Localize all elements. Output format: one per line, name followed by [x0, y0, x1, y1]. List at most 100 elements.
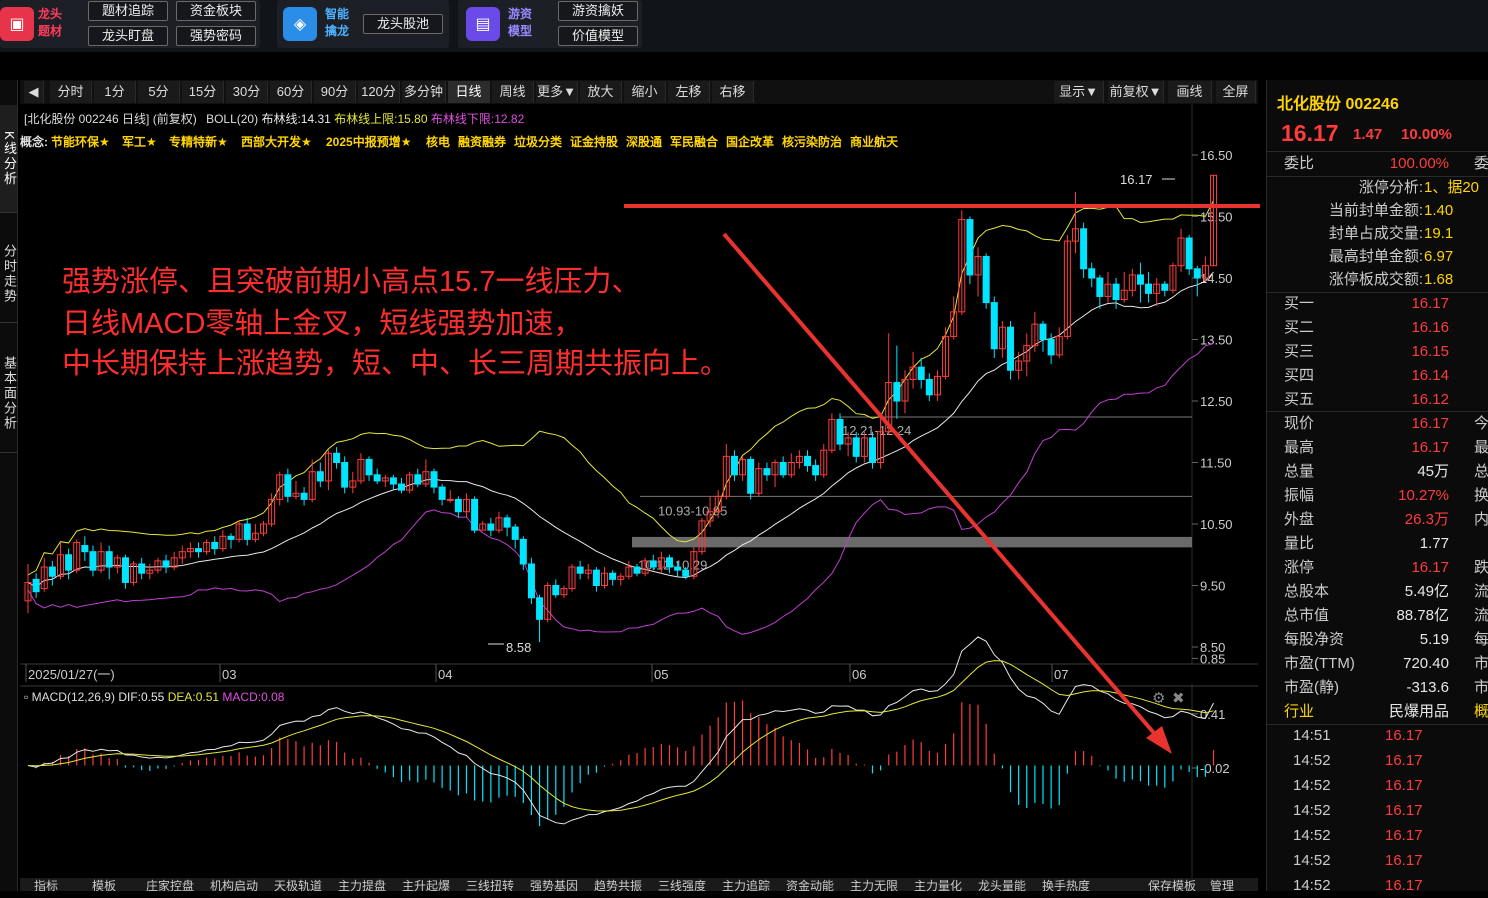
kline-chart[interactable]: 16.5015.5014.5013.5012.5011.5010.509.508… [20, 104, 1260, 878]
dragon-pool-button[interactable]: 龙头股池 [363, 14, 443, 34]
period-30min[interactable]: 30分 [226, 81, 268, 103]
bid-row[interactable]: 买五 16.12 [1267, 388, 1488, 412]
indicator-tab[interactable]: 主力追踪 [722, 878, 770, 891]
close-icon[interactable]: ✖ [1172, 689, 1185, 707]
concept-tag[interactable]: 节能环保★ [51, 133, 110, 150]
intraday-trend-tab[interactable]: 分时走势 [0, 225, 17, 323]
indicator-tab[interactable]: 天极轨道 [274, 878, 322, 891]
indicator-tab[interactable]: 三线强度 [658, 878, 706, 891]
period-1min[interactable]: 1分 [94, 81, 136, 103]
indicator-tab[interactable]: 主升起爆 [402, 878, 450, 891]
candle-body [519, 538, 527, 565]
concept-tag[interactable]: 国企改革 [726, 133, 774, 150]
pan-left-button[interactable]: 左移 [668, 81, 710, 103]
period-5min[interactable]: 5分 [138, 81, 180, 103]
price-tick-label: 12.50 [1200, 394, 1233, 409]
indicator-tab[interactable]: 庄家控盘 [146, 878, 194, 891]
adjust-dropdown[interactable]: 前复权▼ [1108, 81, 1164, 103]
macd-tick-label: 0.41 [1200, 707, 1225, 722]
concept-tag[interactable]: 西部大开发★ [241, 133, 312, 150]
indicator-tab[interactable]: 龙头量能 [978, 878, 1026, 891]
left-nav-rail: K线分析 分时走势 基本面分析 [0, 80, 18, 891]
gear-icon[interactable]: ⚙ [1152, 689, 1165, 707]
period-90min[interactable]: 90分 [314, 81, 356, 103]
candle-body [333, 452, 341, 463]
candle-body [747, 458, 755, 494]
concept-tag[interactable]: 核电 [426, 133, 450, 150]
period-weekly[interactable]: 周线 [492, 81, 534, 103]
candle-body [65, 554, 73, 571]
indicator-tab[interactable]: 管理 [1210, 878, 1234, 891]
date-axis: 2025/01/27(一) 03 04 05 06 07 [25, 664, 1068, 682]
hot-money-monster-button[interactable]: 游资擒妖 [558, 1, 638, 21]
bid-row[interactable]: 买三 16.15 [1267, 340, 1488, 364]
price-zones: 12.21-12.2410.93-10.9510.12-10.29 [632, 416, 1192, 572]
indicator-tabs: 指标 模板 庄家控盘 机构启动 天极轨道 主力提盘 主升起爆 三线扭转 强势基因 趋势共振 三线强度… [20, 878, 1258, 891]
candle-body [925, 378, 933, 396]
candle-body [398, 483, 406, 491]
concept-tag[interactable]: 深股通 [626, 133, 662, 150]
concept-tag[interactable]: 专精特新★ [169, 133, 228, 150]
indicator-tab[interactable]: 换手热度 [1042, 878, 1090, 891]
tick-row: 14:51 16.17 [1293, 727, 1423, 744]
display-dropdown[interactable]: 显示▼ [1054, 81, 1104, 103]
concept-tag[interactable]: 2025中报预增★ [326, 133, 411, 150]
value-model-button[interactable]: 价值模型 [558, 26, 638, 46]
kline-analysis-tab[interactable]: K线分析 [0, 105, 17, 213]
period-intraday[interactable]: 分时 [50, 81, 92, 103]
candle-body [966, 219, 974, 276]
candle-body [609, 572, 617, 580]
collapse-left-icon[interactable]: ◀ [24, 81, 44, 103]
concept-tag[interactable]: 证金持股 [570, 133, 618, 150]
zoom-out-button[interactable]: 缩小 [624, 81, 666, 103]
indicator-tab[interactable]: 机构启动 [210, 878, 258, 891]
indicator-tab[interactable]: 主力无限 [850, 878, 898, 891]
indicator-tab[interactable]: 模板 [92, 878, 116, 891]
hot-money-title: 游资 模型 [508, 7, 533, 38]
indicator-tab[interactable]: 主力量化 [914, 878, 962, 891]
period-daily[interactable]: 日线 [448, 81, 490, 103]
indicator-tab[interactable]: 三线扭转 [466, 878, 514, 891]
candle-body [511, 526, 519, 540]
fund-sector-button[interactable]: 资金板块 [176, 1, 256, 21]
zoom-in-button[interactable]: 放大 [580, 81, 622, 103]
concept-tag[interactable]: 垃圾分类 [514, 133, 562, 150]
period-more-dropdown[interactable]: 更多▼ [536, 81, 578, 103]
pan-right-button[interactable]: 右移 [712, 81, 754, 103]
period-60min[interactable]: 60分 [270, 81, 312, 103]
bid-row[interactable]: 买四 16.14 [1267, 364, 1488, 388]
indicator-tab[interactable]: 趋势共振 [594, 878, 642, 891]
bid-row[interactable]: 买一 16.17 [1267, 292, 1488, 316]
theme-tracking-button[interactable]: 题材追踪 [88, 1, 168, 21]
dragon-watch-button[interactable]: 龙头盯盘 [88, 26, 168, 46]
fullscreen-button[interactable]: 全屏 [1216, 81, 1256, 103]
bid-row[interactable]: 买二 16.16 [1267, 316, 1488, 340]
period-15min[interactable]: 15分 [182, 81, 224, 103]
indicator-tab[interactable]: 指标 [34, 878, 58, 891]
indicator-tab[interactable]: 保存模板 [1148, 878, 1196, 891]
period-multi-min[interactable]: 多分钟 [402, 81, 446, 103]
stat-row: 市盈(静) -313.6 市 [1284, 679, 1488, 696]
period-120min[interactable]: 120分 [358, 81, 400, 103]
tick-row: 14:52 16.17 [1293, 777, 1423, 794]
indicator-tab[interactable]: 资金动能 [786, 878, 834, 891]
fundamental-analysis-tab[interactable]: 基本面分析 [0, 335, 17, 453]
candle-body [430, 471, 438, 488]
concept-tag[interactable]: 商业航天 [850, 133, 898, 150]
concept-tag[interactable]: 核污染防治 [782, 133, 842, 150]
macd-tick-label: -0.02 [1200, 761, 1230, 776]
annotation-line-2: 日线MACD零轴上金叉，短线强势加速， [62, 308, 583, 340]
strength-code-button[interactable]: 强势密码 [176, 26, 256, 46]
concept-tag[interactable]: 融资融券 [458, 133, 506, 150]
draw-line-button[interactable]: 画线 [1168, 81, 1212, 103]
concept-tag[interactable]: 军民融合 [670, 133, 718, 150]
stat-row: 每股净资 5.19 每 [1284, 631, 1488, 648]
macd-collapse-icon[interactable]: ▫ [24, 690, 28, 704]
candle-body [1185, 237, 1193, 270]
concept-tag[interactable]: 军工★ [122, 133, 157, 150]
indicator-tab[interactable]: 主力提盘 [338, 878, 386, 891]
date-label: 04 [438, 667, 452, 682]
price-tick-label: 9.50 [1200, 579, 1225, 594]
candle-body [804, 455, 812, 467]
indicator-tab[interactable]: 强势基因 [530, 878, 578, 891]
